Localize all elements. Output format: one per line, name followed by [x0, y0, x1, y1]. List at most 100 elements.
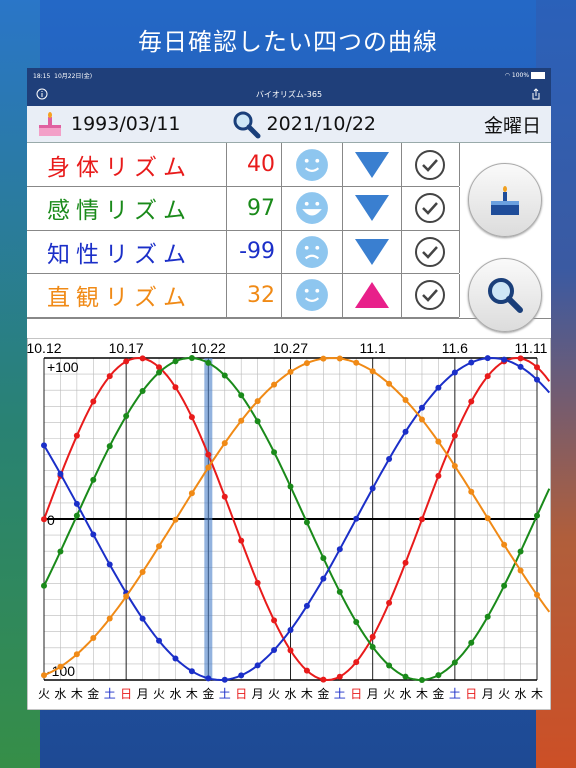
search-button[interactable]	[468, 258, 542, 332]
data-point	[369, 485, 376, 492]
data-point	[484, 613, 491, 620]
cake-icon	[491, 186, 519, 215]
data-point	[353, 359, 360, 366]
data-point	[353, 659, 360, 666]
data-point	[320, 355, 327, 362]
weekday-label: 月	[367, 687, 379, 701]
data-point	[303, 360, 310, 367]
data-point	[402, 428, 409, 435]
weekday-label: 月	[137, 687, 149, 701]
data-point	[205, 464, 212, 471]
checkmark-toggle[interactable]	[401, 143, 460, 186]
data-point	[188, 490, 195, 497]
rhythm-label: 身体リズム	[27, 143, 227, 186]
rhythm-label: 感情リズム	[27, 186, 227, 230]
data-point	[501, 582, 508, 589]
weekday-label: 土	[104, 687, 116, 701]
data-point	[320, 676, 327, 683]
weekday-label: 金	[432, 686, 444, 701]
data-point	[205, 451, 212, 458]
data-point	[156, 364, 163, 371]
weekday-label: 水	[400, 687, 412, 701]
data-point	[254, 662, 261, 669]
weekday-label: 火	[38, 687, 50, 701]
checkmark-toggle[interactable]	[401, 273, 460, 317]
data-point	[435, 384, 442, 391]
data-point	[353, 515, 360, 522]
data-point	[188, 668, 195, 675]
data-point	[238, 392, 245, 399]
weekday-label: 水	[515, 687, 527, 701]
weekday-label: 金	[202, 686, 214, 701]
weekday-label: 木	[71, 687, 83, 701]
rhythm-row: 感情リズム 97	[27, 186, 460, 231]
checkmark-toggle[interactable]	[401, 230, 460, 273]
data-point	[303, 519, 310, 526]
weekday-label: 水	[54, 687, 66, 701]
data-point	[287, 626, 294, 633]
rhythm-value: 40	[227, 143, 282, 186]
x-tick-label: 11.1	[360, 340, 386, 356]
data-point	[517, 567, 524, 574]
data-point	[156, 543, 163, 550]
weekday-label: 日	[120, 687, 132, 701]
y-tick-label: +100	[47, 359, 79, 375]
weekday-label: 木	[301, 687, 313, 701]
data-point	[41, 582, 47, 589]
data-point	[41, 672, 47, 679]
data-point	[57, 470, 64, 477]
cake-icon	[39, 112, 61, 136]
data-point	[534, 364, 540, 371]
weekday-label: 火	[153, 687, 165, 701]
data-point	[369, 633, 376, 640]
data-point	[501, 356, 508, 363]
data-point	[139, 388, 146, 395]
info-icon[interactable]	[35, 87, 49, 101]
data-point	[402, 397, 409, 404]
data-point	[139, 355, 146, 362]
biorhythm-chart: 10.12 10.17 10.22 10.27 11.1 11.6 11.11+1000-1…	[27, 338, 551, 710]
target-date-field[interactable]: 2021/10/22	[231, 109, 376, 139]
data-point	[287, 368, 294, 375]
weekday-label: 日	[235, 687, 247, 701]
data-point	[320, 575, 327, 582]
app-screen: 18:15 10月22日(金) ◠ 100% バイオリズム-365 1993/0…	[27, 68, 551, 710]
data-point	[435, 472, 442, 479]
weekday-label: 日	[465, 687, 477, 701]
data-point	[468, 639, 475, 646]
status-time: 18:15	[33, 72, 51, 80]
data-point	[501, 541, 508, 548]
data-point	[336, 588, 343, 595]
data-point	[517, 548, 524, 555]
chart-background	[27, 338, 551, 710]
data-point	[41, 442, 47, 449]
data-point	[106, 561, 113, 568]
data-point	[369, 368, 376, 375]
data-point	[418, 404, 425, 411]
data-point	[484, 373, 491, 380]
grin-face-icon	[282, 186, 343, 230]
data-point	[271, 647, 278, 654]
data-point	[418, 516, 425, 523]
triangle-down-icon	[342, 143, 402, 186]
data-point	[172, 358, 179, 365]
data-point	[271, 617, 278, 624]
weekday-label: 月	[252, 687, 264, 701]
today-highlight	[204, 358, 213, 680]
birthday-button[interactable]	[468, 163, 542, 237]
data-point	[320, 555, 327, 562]
checkmark-toggle[interactable]	[401, 186, 460, 230]
data-point	[402, 559, 409, 566]
data-point	[254, 579, 261, 586]
share-icon[interactable]	[529, 87, 543, 101]
data-point	[156, 369, 163, 376]
x-tick-label: 11.6	[442, 340, 468, 356]
data-point	[57, 663, 64, 670]
data-point	[534, 512, 540, 519]
birth-date-field[interactable]: 1993/03/11	[35, 109, 181, 139]
x-tick-label: 10.27	[273, 340, 308, 356]
data-point	[468, 359, 475, 366]
promo-banner-title: 毎日確認したい四つの曲線	[138, 28, 438, 56]
weekday-label: 水	[169, 687, 181, 701]
status-battery: 100%	[511, 71, 530, 79]
